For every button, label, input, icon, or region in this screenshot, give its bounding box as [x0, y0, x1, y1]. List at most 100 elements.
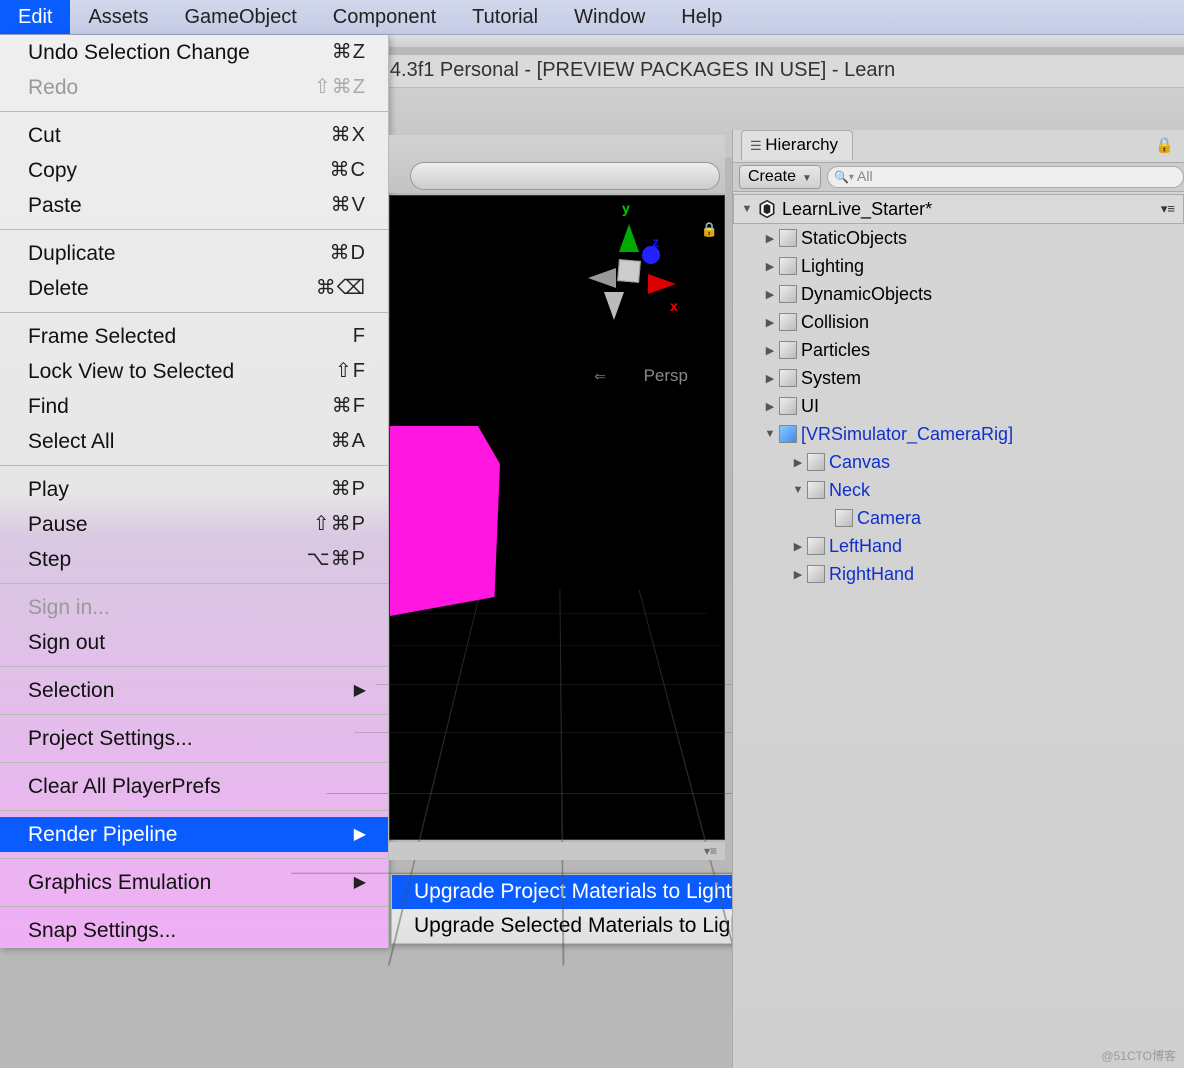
hierarchy-create-button[interactable]: Create ▼: [739, 165, 821, 189]
menu-item-step[interactable]: Step⌥⌘P: [0, 542, 388, 577]
menu-item-label: Clear All PlayerPrefs: [28, 773, 221, 800]
shortcut-label: ⌘F: [332, 393, 366, 420]
menu-item-label: Find: [28, 393, 69, 420]
menubar: EditAssetsGameObjectComponentTutorialWin…: [0, 0, 1184, 35]
menu-item-delete[interactable]: Delete⌘⌫: [0, 271, 388, 306]
menubar-component[interactable]: Component: [315, 0, 454, 34]
menu-item-label: Undo Selection Change: [28, 39, 250, 66]
gameobject-icon: [779, 229, 797, 247]
expand-toggle-icon[interactable]: ▶: [763, 288, 777, 301]
hierarchy-node-lefthand[interactable]: ▶LeftHand: [733, 532, 1184, 560]
menubar-help[interactable]: Help: [663, 0, 740, 34]
viewport-handle-bottom[interactable]: ▾≡: [389, 842, 725, 860]
search-placeholder: All: [857, 168, 873, 184]
menu-item-paste[interactable]: Paste⌘V: [0, 188, 388, 223]
menu-item-find[interactable]: Find ⌘F: [0, 389, 388, 424]
hierarchy-node-righthand[interactable]: ▶RightHand: [733, 560, 1184, 588]
menu-item-cut[interactable]: Cut⌘X: [0, 118, 388, 153]
scene-toolbar-pill[interactable]: [410, 162, 720, 190]
scene-root-name: LearnLive_Starter*: [782, 199, 932, 220]
menu-item-label: Duplicate: [28, 240, 116, 267]
menu-item-label: Cut: [28, 122, 61, 149]
menu-item-copy[interactable]: Copy⌘C: [0, 153, 388, 188]
expand-toggle-icon[interactable]: ▼: [740, 203, 754, 215]
expand-toggle-icon[interactable]: ▶: [763, 232, 777, 245]
shortcut-label: ⌘D: [330, 240, 366, 267]
menu-item-pause[interactable]: Pause⇧⌘P: [0, 507, 388, 542]
menubar-window[interactable]: Window: [556, 0, 663, 34]
hierarchy-panel: ☰ Hierarchy 🔒 Create ▼ 🔍▾ All ▼ LearnLive…: [732, 130, 1184, 1068]
menu-item-label: Project Settings...: [28, 725, 193, 752]
expand-toggle-icon[interactable]: ▼: [763, 428, 777, 440]
shortcut-label: ⇧⌘P: [313, 511, 366, 538]
shortcut-label: ⇧⌘Z: [314, 74, 366, 101]
menubar-assets[interactable]: Assets: [70, 0, 166, 34]
hierarchy-scene-root[interactable]: ▼ LearnLive_Starter* ▾≡: [733, 194, 1184, 224]
hierarchy-node-camera[interactable]: Camera: [733, 504, 1184, 532]
expand-toggle-icon[interactable]: ▶: [791, 568, 805, 581]
hierarchy-node-canvas[interactable]: ▶ Canvas: [733, 448, 1184, 476]
menubar-gameobject[interactable]: GameObject: [167, 0, 315, 34]
expand-toggle-icon[interactable]: ▶: [763, 400, 777, 413]
dropdown-caret-icon: ▼: [802, 173, 812, 184]
hierarchy-node-lighting[interactable]: ▶ Lighting: [733, 252, 1184, 280]
menubar-edit[interactable]: Edit: [0, 0, 70, 34]
menu-item-label: Step: [28, 546, 71, 573]
gameobject-icon: [779, 257, 797, 275]
hierarchy-node-dynamicobjects[interactable]: ▶DynamicObjects: [733, 280, 1184, 308]
expand-toggle-icon[interactable]: ▶: [763, 344, 777, 357]
scene-options-icon[interactable]: ▾≡: [1161, 201, 1175, 217]
shortcut-label: ⌘Z: [332, 39, 366, 66]
menubar-tutorial[interactable]: Tutorial: [454, 0, 556, 34]
menu-item-lock-view-to-selected[interactable]: Lock View to Selected ⇧F: [0, 354, 388, 389]
gameobject-icon: [779, 397, 797, 415]
expand-toggle-icon[interactable]: ▶: [763, 316, 777, 329]
hierarchy-tab-label: Hierarchy: [765, 135, 838, 154]
menu-item-label: Lock View to Selected: [28, 358, 234, 385]
hierarchy-toolbar: Create ▼ 🔍▾ All: [733, 162, 1184, 192]
node-name-label: Collision: [801, 312, 869, 333]
hierarchy-tab[interactable]: ☰ Hierarchy: [741, 130, 853, 160]
menu-item-duplicate[interactable]: Duplicate ⌘D: [0, 236, 388, 271]
shortcut-label: ⌘A: [331, 428, 366, 455]
scene-camera-mode[interactable]: Persp: [644, 366, 688, 386]
menu-item-label: Graphics Emulation: [28, 869, 211, 896]
hierarchy-node-system[interactable]: ▶System: [733, 364, 1184, 392]
hierarchy-node--vrsimulator-camerarig-[interactable]: ▼ [VRSimulator_CameraRig]: [733, 420, 1184, 448]
expand-toggle-icon[interactable]: ▶: [791, 456, 805, 469]
gameobject-icon: [779, 285, 797, 303]
menu-item-undo-selection-change[interactable]: Undo Selection Change ⌘Z: [0, 35, 388, 70]
hierarchy-node-ui[interactable]: ▶UI: [733, 392, 1184, 420]
scene-lock-icon[interactable]: 🔒: [701, 221, 718, 238]
menu-item-label: Frame Selected: [28, 323, 176, 350]
gizmo-grey-cone-2: [604, 292, 624, 320]
menu-item-sign-out[interactable]: Sign out: [0, 625, 388, 660]
expand-toggle-icon[interactable]: ▼: [791, 484, 805, 496]
scene-view[interactable]: ⇐ Persp 🔒 y z x: [389, 195, 725, 840]
menu-item-project-settings-[interactable]: Project Settings...: [0, 721, 388, 756]
menu-item-select-all[interactable]: Select All⌘A: [0, 424, 388, 459]
scene-axis-gizmo[interactable]: y z x: [564, 206, 694, 336]
gameobject-icon: [807, 537, 825, 555]
node-name-label: Neck: [829, 480, 870, 501]
node-name-label: StaticObjects: [801, 228, 907, 249]
shortcut-label: F: [353, 323, 366, 350]
hierarchy-node-neck[interactable]: ▼ Neck: [733, 476, 1184, 504]
shortcut-label: ⇧F: [335, 358, 366, 385]
expand-toggle-icon[interactable]: ▶: [791, 540, 805, 553]
node-name-label: Canvas: [829, 452, 890, 473]
menu-item-label: Snap Settings...: [28, 917, 176, 944]
hierarchy-node-particles[interactable]: ▶Particles: [733, 336, 1184, 364]
hierarchy-lock-icon[interactable]: 🔒: [1155, 136, 1174, 154]
menu-item-frame-selected[interactable]: Frame Selected F: [0, 319, 388, 354]
menu-item-selection[interactable]: Selection▶: [0, 673, 388, 708]
menu-item-play[interactable]: Play⌘P: [0, 472, 388, 507]
expand-toggle-icon[interactable]: ▶: [763, 372, 777, 385]
hierarchy-node-staticobjects[interactable]: ▶ StaticObjects: [733, 224, 1184, 252]
hierarchy-node-collision[interactable]: ▶ Collision: [733, 308, 1184, 336]
node-name-label: [VRSimulator_CameraRig]: [801, 424, 1013, 445]
hierarchy-search-input[interactable]: 🔍▾ All: [827, 166, 1184, 188]
create-label: Create: [748, 168, 796, 185]
expand-toggle-icon[interactable]: ▶: [763, 260, 777, 273]
node-name-label: Lighting: [801, 256, 864, 277]
